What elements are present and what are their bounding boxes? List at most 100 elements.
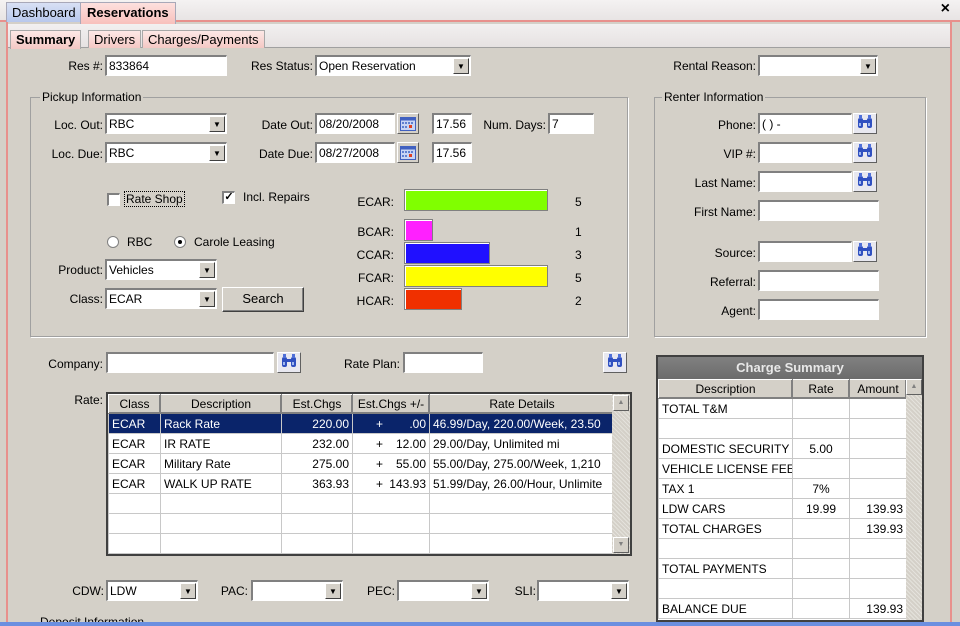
radio-carole-label[interactable]: Carole Leasing <box>194 235 275 249</box>
time-out-field[interactable]: 17.56 <box>432 113 472 134</box>
scroll-down-icon[interactable]: ▼ <box>613 537 629 553</box>
charge-row[interactable] <box>658 418 907 439</box>
chevron-down-icon[interactable]: ▼ <box>199 291 215 307</box>
rate-cell-empty <box>108 533 161 554</box>
tab-dashboard[interactable]: Dashboard <box>6 2 82 22</box>
radio-carole-leasing[interactable] <box>174 236 186 248</box>
phone-field[interactable]: ( ) - <box>758 113 852 134</box>
rate-plan-field[interactable] <box>403 352 483 373</box>
last-name-field[interactable] <box>758 171 852 192</box>
sli-label: SLI: <box>514 584 536 598</box>
chevron-down-icon[interactable]: ▼ <box>471 583 487 599</box>
rate-row[interactable] <box>108 533 615 554</box>
incl-repairs-label[interactable]: Incl. Repairs <box>243 190 310 204</box>
tab-drivers[interactable]: Drivers <box>88 30 142 48</box>
chevron-down-icon[interactable]: ▼ <box>209 145 225 161</box>
chevron-down-icon[interactable]: ▼ <box>611 583 627 599</box>
chevron-down-icon[interactable]: ▼ <box>453 58 469 74</box>
num-days-label: Num. Days: <box>483 118 546 132</box>
diff-sign: + <box>376 476 384 491</box>
col-est-chgs[interactable]: Est.Chgs <box>281 394 353 414</box>
rate-row[interactable]: ECAR WALK UP RATE 363.93 +143.93 51.99/Day, … <box>108 473 615 494</box>
charge-row[interactable]: DOMESTIC SECURITY 5.00 <box>658 438 907 459</box>
product-select[interactable]: Vehicles ▼ <box>105 259 217 280</box>
rate-grid-scrollbar[interactable]: ▲ ▼ <box>612 394 630 554</box>
date-due-field[interactable]: 08/27/2008 <box>315 142 395 163</box>
vip-field[interactable] <box>758 142 852 163</box>
col-description[interactable]: Description <box>160 394 282 414</box>
company-lookup-button[interactable] <box>277 352 301 373</box>
charge-row[interactable]: TAX 1 7% <box>658 478 907 499</box>
incl-repairs-checkbox[interactable]: ✓ <box>222 191 235 204</box>
rate-plan-lookup-button[interactable] <box>603 352 627 373</box>
chevron-down-icon[interactable]: ▼ <box>209 116 225 132</box>
vip-lookup-button[interactable] <box>853 142 877 163</box>
loc-out-select[interactable]: RBC ▼ <box>105 113 227 134</box>
diff-sign: + <box>376 436 384 451</box>
rate-row[interactable]: ECAR Military Rate 275.00 +55.00 55.00/Day, … <box>108 453 615 474</box>
col-est-chgs-diff[interactable]: Est.Chgs +/- <box>352 394 430 414</box>
date-out-field[interactable]: 08/20/2008 <box>315 113 395 134</box>
charge-row[interactable]: TOTAL PAYMENTS <box>658 558 907 579</box>
pec-select[interactable]: ▼ <box>397 580 489 601</box>
charge-summary-scrollbar[interactable]: ▲ <box>906 379 922 620</box>
rate-row[interactable]: ECAR Rack Rate 220.00 + .00 46.99/Day, 220.00… <box>108 413 615 434</box>
scroll-up-icon[interactable]: ▲ <box>906 379 922 395</box>
chevron-down-icon[interactable]: ▼ <box>199 262 215 278</box>
tab-charges-payments[interactable]: Charges/Payments <box>142 30 265 48</box>
sli-select[interactable]: ▼ <box>537 580 629 601</box>
pac-select[interactable]: ▼ <box>251 580 343 601</box>
scroll-up-icon[interactable]: ▲ <box>613 395 629 411</box>
res-status-select[interactable]: Open Reservation ▼ <box>315 55 471 76</box>
calendar-icon[interactable] <box>397 113 419 134</box>
chevron-down-icon[interactable]: ▼ <box>325 583 341 599</box>
agent-field[interactable] <box>758 299 879 320</box>
cs-col-rate[interactable]: Rate <box>792 379 850 399</box>
time-due-field[interactable]: 17.56 <box>432 142 472 163</box>
rate-shop-label[interactable]: Rate Shop <box>124 191 185 207</box>
rental-reason-select[interactable]: ▼ <box>758 55 878 76</box>
radio-rbc[interactable] <box>107 236 119 248</box>
rate-shop-checkbox[interactable] <box>107 193 120 206</box>
first-name-field[interactable] <box>758 200 879 221</box>
rate-row[interactable] <box>108 513 615 534</box>
class-select[interactable]: ECAR ▼ <box>105 288 217 309</box>
calendar-icon[interactable] <box>397 142 419 163</box>
chevron-down-icon[interactable]: ▼ <box>180 583 196 599</box>
charge-cell-rate: 19.99 <box>792 498 850 519</box>
diff-value: .00 <box>409 416 426 431</box>
col-rate-details[interactable]: Rate Details <box>429 394 615 414</box>
cs-col-amount[interactable]: Amount <box>849 379 907 399</box>
company-field[interactable] <box>106 352 274 373</box>
charge-row[interactable]: VEHICLE LICENSE FEE <box>658 458 907 479</box>
charge-row[interactable]: TOTAL T&M <box>658 398 907 419</box>
col-class[interactable]: Class <box>108 394 161 414</box>
tab-reservations[interactable]: Reservations <box>80 2 176 24</box>
binoculars-icon <box>606 354 624 371</box>
rate-cell-empty <box>429 493 615 514</box>
search-button[interactable]: Search <box>222 287 304 312</box>
charge-row[interactable]: TOTAL CHARGES 139.93 <box>658 518 907 539</box>
rate-row[interactable]: ECAR IR RATE 232.00 +12.00 29.00/Day, Unlimi… <box>108 433 615 454</box>
source-field[interactable] <box>758 241 852 262</box>
cdw-select[interactable]: LDW ▼ <box>106 580 198 601</box>
source-lookup-button[interactable] <box>853 241 877 262</box>
loc-due-select[interactable]: RBC ▼ <box>105 142 227 163</box>
last-name-lookup-button[interactable] <box>853 171 877 192</box>
radio-rbc-label[interactable]: RBC <box>127 235 152 249</box>
close-icon[interactable]: × <box>941 0 950 18</box>
charge-row[interactable]: LDW CARS 19.99 139.93 <box>658 498 907 519</box>
chevron-down-icon[interactable]: ▼ <box>860 58 876 74</box>
res-num-field[interactable]: 833864 <box>105 55 227 76</box>
phone-lookup-button[interactable] <box>853 113 877 134</box>
cs-col-description[interactable]: Description <box>658 379 793 399</box>
charge-row[interactable]: BALANCE DUE 139.93 <box>658 598 907 619</box>
rate-row[interactable] <box>108 493 615 514</box>
charge-row[interactable] <box>658 538 907 559</box>
charge-row[interactable] <box>658 578 907 599</box>
tab-summary[interactable]: Summary <box>10 30 82 49</box>
charge-cell-description <box>658 418 793 439</box>
charge-cell-description: TOTAL T&M <box>658 398 793 419</box>
referral-field[interactable] <box>758 270 879 291</box>
num-days-field[interactable]: 7 <box>548 113 594 134</box>
